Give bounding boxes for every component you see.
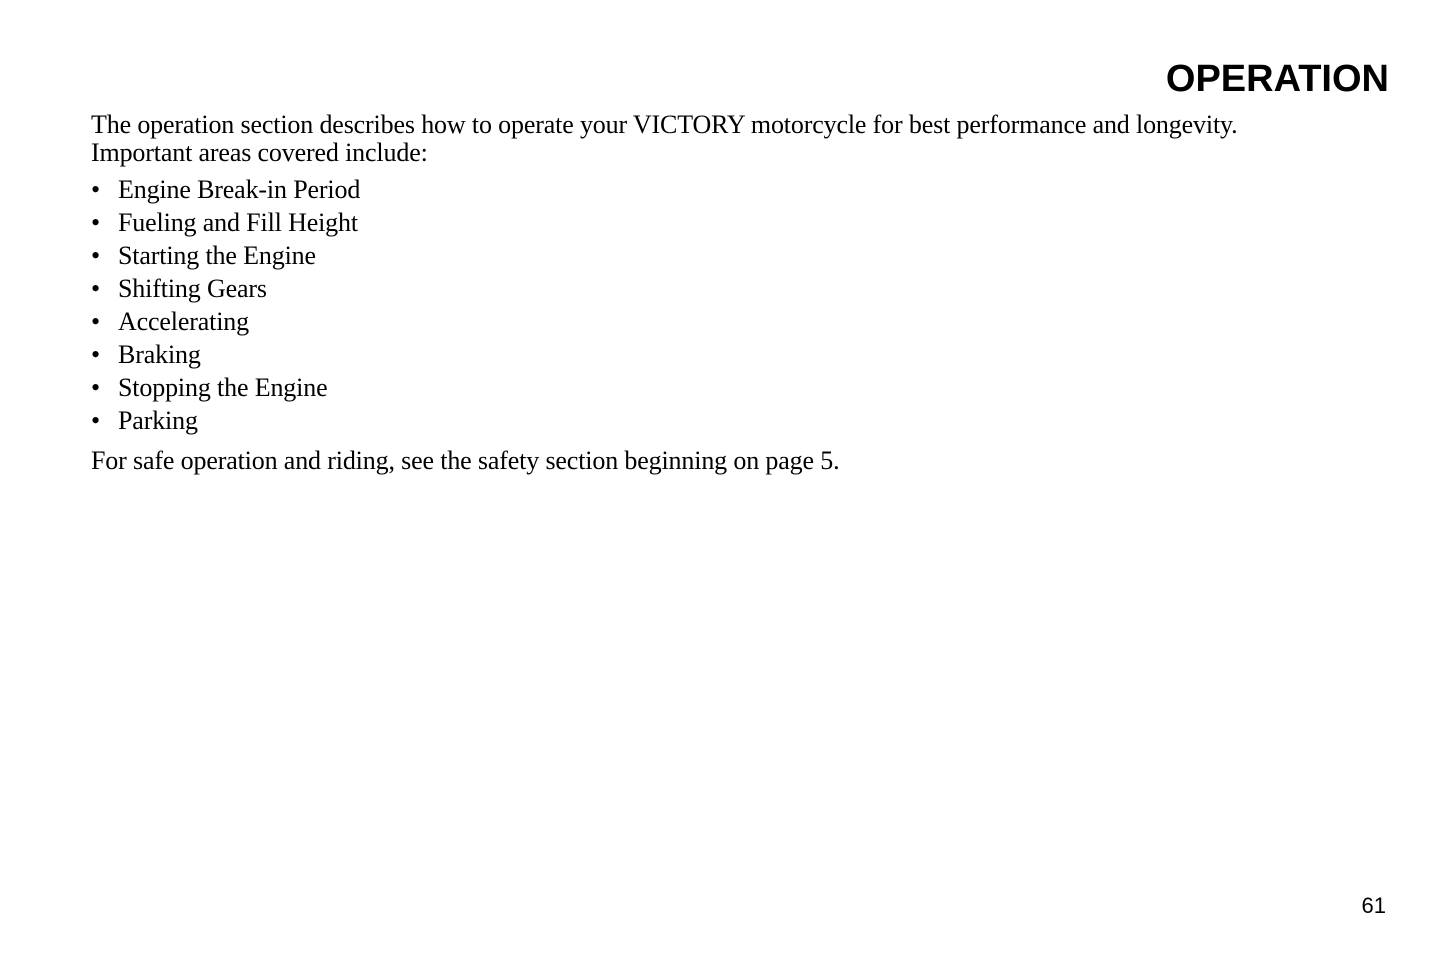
list-item-label: Starting the Engine	[118, 241, 316, 270]
list-item: • Shifting Gears	[91, 275, 360, 308]
list-item-label: Stopping the Engine	[118, 373, 328, 402]
list-item-label: Shifting Gears	[118, 274, 267, 303]
bullet-icon: •	[91, 373, 100, 402]
topics-list: • Engine Break-in Period • Fueling and F…	[91, 176, 360, 440]
list-item: • Starting the Engine	[91, 242, 360, 275]
bullet-icon: •	[91, 241, 100, 270]
bullet-icon: •	[91, 307, 100, 336]
list-item: • Braking	[91, 341, 360, 374]
page-number: 61	[1361, 893, 1386, 918]
intro-line-1: The operation section describes how to o…	[91, 110, 1238, 139]
bullet-icon: •	[91, 208, 100, 237]
list-item: • Parking	[91, 407, 360, 440]
list-item-label: Accelerating	[118, 307, 250, 336]
bullet-icon: •	[91, 274, 100, 303]
bullet-icon: •	[91, 175, 100, 204]
bullet-icon: •	[91, 406, 100, 435]
bullet-icon: •	[91, 340, 100, 369]
list-item-label: Fueling and Fill Height	[118, 208, 358, 237]
list-item-label: Parking	[118, 406, 198, 435]
list-item-label: Braking	[118, 340, 201, 369]
intro-line-2: Important areas covered include:	[91, 138, 428, 167]
closing-paragraph: For safe operation and riding, see the s…	[91, 446, 840, 475]
list-item: • Stopping the Engine	[91, 374, 360, 407]
list-item: • Engine Break-in Period	[91, 176, 360, 209]
list-item-label: Engine Break-in Period	[118, 175, 361, 204]
list-item: • Fueling and Fill Height	[91, 209, 360, 242]
list-item: • Accelerating	[91, 308, 360, 341]
intro-paragraph: The operation section describes how to o…	[91, 111, 1391, 167]
page-title: OPERATION	[1165, 58, 1389, 100]
